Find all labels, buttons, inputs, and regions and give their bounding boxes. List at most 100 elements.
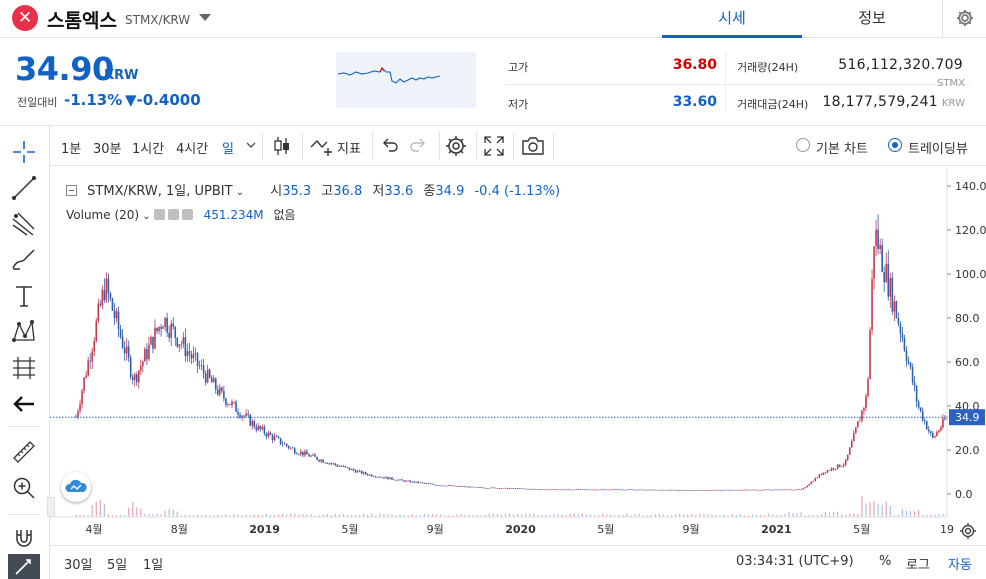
legend-collapse-icon[interactable] (66, 185, 77, 196)
candle-body (166, 317, 168, 333)
candle-body (269, 432, 272, 435)
lock-drawings-icon[interactable] (8, 554, 40, 579)
fib-tools-icon[interactable] (10, 210, 38, 238)
candle-body (198, 365, 201, 367)
candle-body (591, 489, 594, 491)
volume-remove-icon[interactable] (181, 209, 193, 220)
candle-body (808, 484, 811, 486)
toolbar-separator (513, 132, 514, 160)
ruler-icon[interactable] (10, 438, 38, 466)
candle-body (338, 466, 341, 467)
price-chart[interactable]: 0.020.040.060.080.0100.0120.0140.034.94월… (50, 167, 986, 545)
x-tick-label: 9월 (427, 523, 444, 536)
volume-label: 거래량(24H) (737, 61, 799, 74)
coin-pair: STMX/KRW (125, 13, 191, 27)
legend-symbol[interactable]: STMX/KRW, 1일, UPBIT (87, 184, 232, 199)
candle-body (850, 441, 853, 448)
candle-body (322, 459, 324, 463)
candle-body (101, 289, 104, 306)
candle-body (674, 490, 677, 491)
cloud-save-button[interactable] (61, 472, 91, 502)
header-settings-button[interactable] (942, 0, 986, 38)
candle-body (453, 485, 456, 487)
volume-legend-label[interactable]: Volume (20) (66, 208, 139, 222)
interval-4h[interactable]: 4시간 (176, 138, 208, 157)
coin-dropdown-chevron-down-icon[interactable] (199, 14, 211, 21)
candle-body (360, 470, 363, 474)
candle-body (743, 489, 746, 491)
volume-settings-icon[interactable] (167, 209, 179, 220)
trend-line-icon[interactable] (10, 174, 38, 202)
candle-body (725, 489, 728, 491)
candle-body (387, 476, 389, 480)
candle-body (907, 361, 910, 363)
candle-body (245, 413, 247, 416)
candle-body (626, 489, 628, 491)
indicators-icon[interactable] (310, 135, 334, 157)
tradingview-radio[interactable] (888, 138, 902, 152)
magnet-icon[interactable] (10, 524, 38, 552)
legend-symbol-chevron-icon[interactable]: ⌄ (233, 187, 244, 198)
brush-icon[interactable] (10, 246, 38, 274)
left-panel-collapse-handle[interactable] (47, 497, 55, 517)
change-amount: ▼-0.4000 (125, 91, 201, 109)
candle-body (214, 378, 217, 390)
volume-bar (140, 508, 142, 517)
zoom-in-icon[interactable] (10, 474, 38, 502)
chart-area[interactable]: 0.0 20.0 40.0 60.0 80.0 100.0 120.0 140.0 34.9 4월… (47, 167, 986, 545)
volume-bar (371, 513, 373, 517)
range-1d[interactable]: 1일 (143, 554, 163, 573)
candle-body (117, 311, 120, 330)
basic-chart-label[interactable]: 기본 차트 (816, 138, 868, 157)
undo-icon[interactable] (380, 135, 400, 157)
text-tool-icon[interactable] (10, 282, 38, 310)
y-tick-label: 120.0 (955, 224, 986, 237)
candle-body (362, 472, 365, 474)
volume-eye-icon[interactable] (153, 209, 165, 220)
fullscreen-icon[interactable] (483, 135, 505, 157)
tradingview-label[interactable]: 트레이딩뷰 (908, 138, 968, 157)
candle-body (456, 486, 458, 487)
auto-scale-toggle[interactable]: 자동 (948, 554, 972, 573)
candle-body (557, 489, 559, 491)
log-scale-toggle[interactable]: 로그 (906, 554, 930, 573)
candle-body (899, 323, 902, 334)
axis-settings-gear-icon[interactable] (960, 523, 976, 539)
interval-1d[interactable]: 일 (222, 138, 234, 157)
range-5d[interactable]: 5일 (107, 554, 127, 573)
candle-body (532, 488, 535, 490)
candlestick-type-icon[interactable] (272, 135, 292, 157)
candle-body (263, 426, 266, 434)
candle-body (869, 330, 871, 380)
candle-body (717, 489, 719, 491)
indicators-button[interactable]: 지표 (337, 138, 361, 157)
chart-toolbar: 1분 30분 1시간 4시간 일 지표 기본 차트 트레이딩뷰 (50, 126, 986, 166)
volume-bar (824, 511, 827, 517)
clock-timezone[interactable]: 03:34:31 (UTC+9) (736, 554, 854, 569)
tab-info[interactable]: 정보 (802, 0, 942, 38)
candle-body (300, 451, 302, 455)
volume-bar (379, 513, 381, 517)
interval-1h[interactable]: 1시간 (132, 138, 164, 157)
candle-body (150, 336, 152, 345)
range-30d[interactable]: 30일 (64, 554, 93, 573)
chart-settings-gear-icon[interactable] (444, 135, 468, 159)
prediction-tool-icon[interactable] (10, 354, 38, 382)
candle-body (445, 485, 448, 487)
tab-quote[interactable]: 시세 (662, 0, 802, 38)
crosshair-icon[interactable] (10, 138, 38, 166)
interval-30m[interactable]: 30분 (93, 138, 122, 157)
candle-body (441, 485, 444, 487)
volume-legend-chevron-icon[interactable]: ⌄ (139, 211, 154, 222)
interval-1m[interactable]: 1분 (61, 138, 81, 157)
redo-icon[interactable] (408, 135, 428, 157)
basic-chart-radio[interactable] (796, 138, 810, 152)
percent-scale-toggle[interactable]: % (879, 554, 891, 569)
back-arrow-icon[interactable] (10, 390, 38, 418)
candle-body (496, 488, 499, 489)
interval-chevron-down-icon[interactable] (246, 141, 256, 149)
pattern-tool-icon[interactable] (10, 318, 38, 346)
candle-body (306, 451, 308, 455)
candle-body (670, 489, 673, 491)
screenshot-camera-icon[interactable] (521, 135, 545, 157)
